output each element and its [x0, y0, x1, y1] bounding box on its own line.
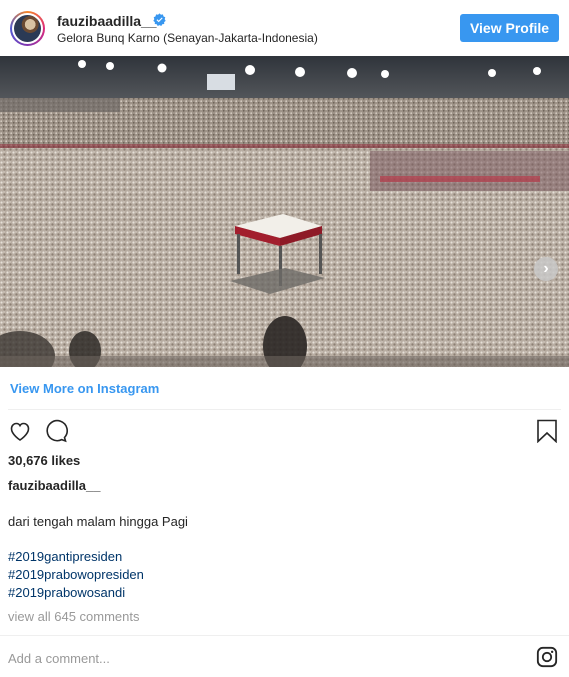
- instagram-embed-card: fauzibaadilla__ Gelora Bunq Karno (Senay…: [0, 0, 569, 677]
- comment-icon[interactable]: [44, 419, 68, 443]
- post-photo[interactable]: ›: [0, 56, 569, 367]
- post-header: fauzibaadilla__ Gelora Bunq Karno (Senay…: [0, 0, 569, 56]
- view-profile-button[interactable]: View Profile: [460, 14, 559, 42]
- divider: [8, 409, 561, 410]
- next-photo-button[interactable]: ›: [534, 257, 558, 281]
- divider: [0, 635, 569, 636]
- caption-text: dari tengah malam hingga Pagi: [8, 514, 188, 529]
- header-username[interactable]: fauzibaadilla__: [57, 13, 157, 29]
- view-more-link[interactable]: View More on Instagram: [10, 381, 159, 396]
- heart-icon[interactable]: [8, 419, 32, 443]
- hashtag-link[interactable]: #2019prabowopresiden: [8, 567, 144, 582]
- hashtag-link[interactable]: #2019gantipresiden: [8, 549, 122, 564]
- hashtag-link[interactable]: #2019prabowosandi: [8, 585, 125, 600]
- stadium-crowd-image: [0, 56, 569, 367]
- view-all-comments-link[interactable]: view all 645 comments: [8, 609, 140, 624]
- caption-username[interactable]: fauzibaadilla__: [8, 478, 100, 493]
- instagram-logo-icon[interactable]: [536, 646, 558, 668]
- verified-badge-icon: [153, 13, 166, 26]
- bookmark-icon[interactable]: [536, 419, 558, 443]
- avatar[interactable]: [10, 11, 45, 46]
- add-comment-input[interactable]: Add a comment...: [8, 651, 110, 666]
- header-location[interactable]: Gelora Bunq Karno (Senayan-Jakarta-Indon…: [57, 31, 318, 45]
- likes-count[interactable]: 30,676 likes: [8, 453, 80, 468]
